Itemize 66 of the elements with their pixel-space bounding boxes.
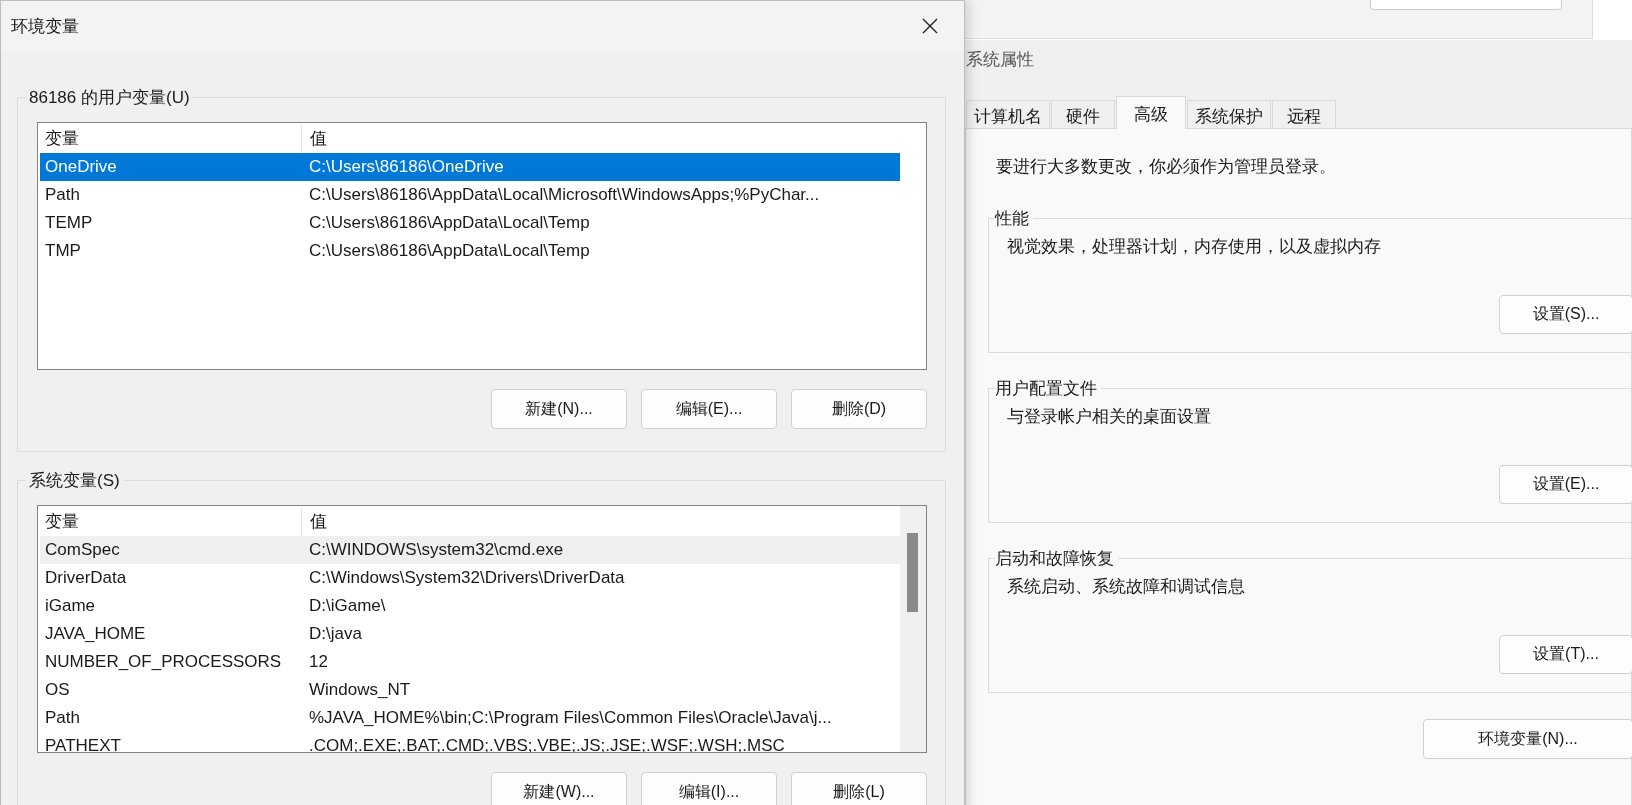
group-description: 与登录帐户相关的桌面设置 <box>1007 406 1212 425</box>
group-label: 性能 <box>995 207 1033 230</box>
dialog-button[interactable]: 编辑(I)... <box>641 772 777 805</box>
list-row[interactable]: Path %JAVA_HOME%\bin;C:\Program Files\Common Files\Oracle\Java\j... <box>40 704 900 732</box>
variable-name: NUMBER_OF_PROCESSORS <box>44 652 283 672</box>
list-row[interactable]: TMP C:\Users\86186\AppData\Local\Temp <box>40 237 900 265</box>
variable-name: TMP <box>44 241 82 261</box>
variable-value: C:\WINDOWS\system32\cmd.exe <box>308 540 565 560</box>
group-description: 系统启动、系统故障和调试信息 <box>1007 576 1246 595</box>
list-row[interactable]: OneDrive C:\Users\86186\OneDrive <box>40 153 900 181</box>
column-header[interactable]: 变量 <box>40 125 301 153</box>
group-label: 86186 的用户变量(U) <box>26 86 193 109</box>
scrollbar-thumb[interactable] <box>907 533 918 612</box>
tab[interactable]: 系统保护 <box>1187 100 1271 128</box>
list-row[interactable]: iGame D:\iGame\ <box>40 592 900 620</box>
variable-name: PATHEXT <box>44 736 122 752</box>
variable-name: Path <box>44 185 81 205</box>
dialog-button[interactable]: 新建(N)... <box>491 389 627 429</box>
list-row[interactable]: Path C:\Users\86186\AppData\Local\Microsoft\WindowsApps;%PyChar... <box>40 181 900 209</box>
dialog-button[interactable]: 编辑(E)... <box>641 389 777 429</box>
list-row[interactable]: TEMP C:\Users\86186\AppData\Local\Temp <box>40 209 900 237</box>
close-icon[interactable] <box>922 18 938 34</box>
list-row[interactable]: ComSpec C:\WINDOWS\system32\cmd.exe <box>40 536 900 564</box>
dialog-button[interactable]: 删除(L) <box>791 772 927 805</box>
variable-name: OneDrive <box>44 157 118 177</box>
variable-value: 12 <box>308 652 329 672</box>
variable-value: %JAVA_HOME%\bin;C:\Program Files\Common Files\Oracle\Java\j... <box>308 708 833 728</box>
variable-value: D:\iGame\ <box>308 596 387 616</box>
variable-name: ComSpec <box>44 540 121 560</box>
list-row[interactable]: DriverData C:\Windows\System32\Drivers\DriverData <box>40 564 900 592</box>
list-row[interactable]: NUMBER_OF_PROCESSORS 12 <box>40 648 900 676</box>
list-row[interactable]: OS Windows_NT <box>40 676 900 704</box>
variable-value: C:\Users\86186\OneDrive <box>308 157 505 177</box>
window-title: 系统属性 <box>965 49 1035 71</box>
variable-value: D:\java <box>308 624 363 644</box>
settings-button[interactable]: 设置(T)... <box>1499 635 1632 674</box>
variable-name: TEMP <box>44 213 94 233</box>
environment-variables-button[interactable]: 环境变量(N)... <box>1423 719 1632 759</box>
scrollbar[interactable] <box>900 506 926 752</box>
group-label: 用户配置文件 <box>995 377 1101 400</box>
variable-value: C:\Windows\System32\Drivers\DriverData <box>308 568 626 588</box>
settings-button[interactable]: 设置(E)... <box>1499 465 1632 504</box>
variable-name: JAVA_HOME <box>44 624 147 644</box>
list-row[interactable]: JAVA_HOME D:\java <box>40 620 900 648</box>
settings-button[interactable]: 设置(S)... <box>1499 295 1632 334</box>
tab[interactable]: 远程 <box>1272 100 1336 128</box>
dialog-title: 环境变量 <box>11 15 79 38</box>
variable-name: OS <box>44 680 71 700</box>
dialog-button[interactable]: 新建(W)... <box>491 772 627 805</box>
group-description: 视觉效果，处理器计划，内存使用，以及虚拟内存 <box>1007 236 1382 255</box>
variable-name: Path <box>44 708 81 728</box>
variable-value: Windows_NT <box>308 680 412 700</box>
variable-value: C:\Users\86186\AppData\Local\Temp <box>308 241 591 261</box>
group-label: 启动和故障恢复 <box>995 547 1118 570</box>
dialog-button[interactable]: 删除(D) <box>791 389 927 429</box>
group-label: 系统变量(S) <box>26 469 123 492</box>
variable-name: DriverData <box>44 568 128 588</box>
notice-text: 要进行大多数更改，你必须作为管理员登录。 <box>996 156 1337 178</box>
window-button[interactable] <box>1370 0 1562 10</box>
variable-value: C:\Users\86186\AppData\Local\Microsoft\WindowsApps;%PyChar... <box>308 185 821 205</box>
variable-name: iGame <box>44 596 97 616</box>
variable-value: C:\Users\86186\AppData\Local\Temp <box>308 213 591 233</box>
tab[interactable]: 高级 <box>1116 96 1186 129</box>
column-header[interactable]: 变量 <box>40 508 301 536</box>
tab[interactable]: 计算机名 <box>966 100 1050 128</box>
tab[interactable]: 硬件 <box>1051 100 1115 128</box>
